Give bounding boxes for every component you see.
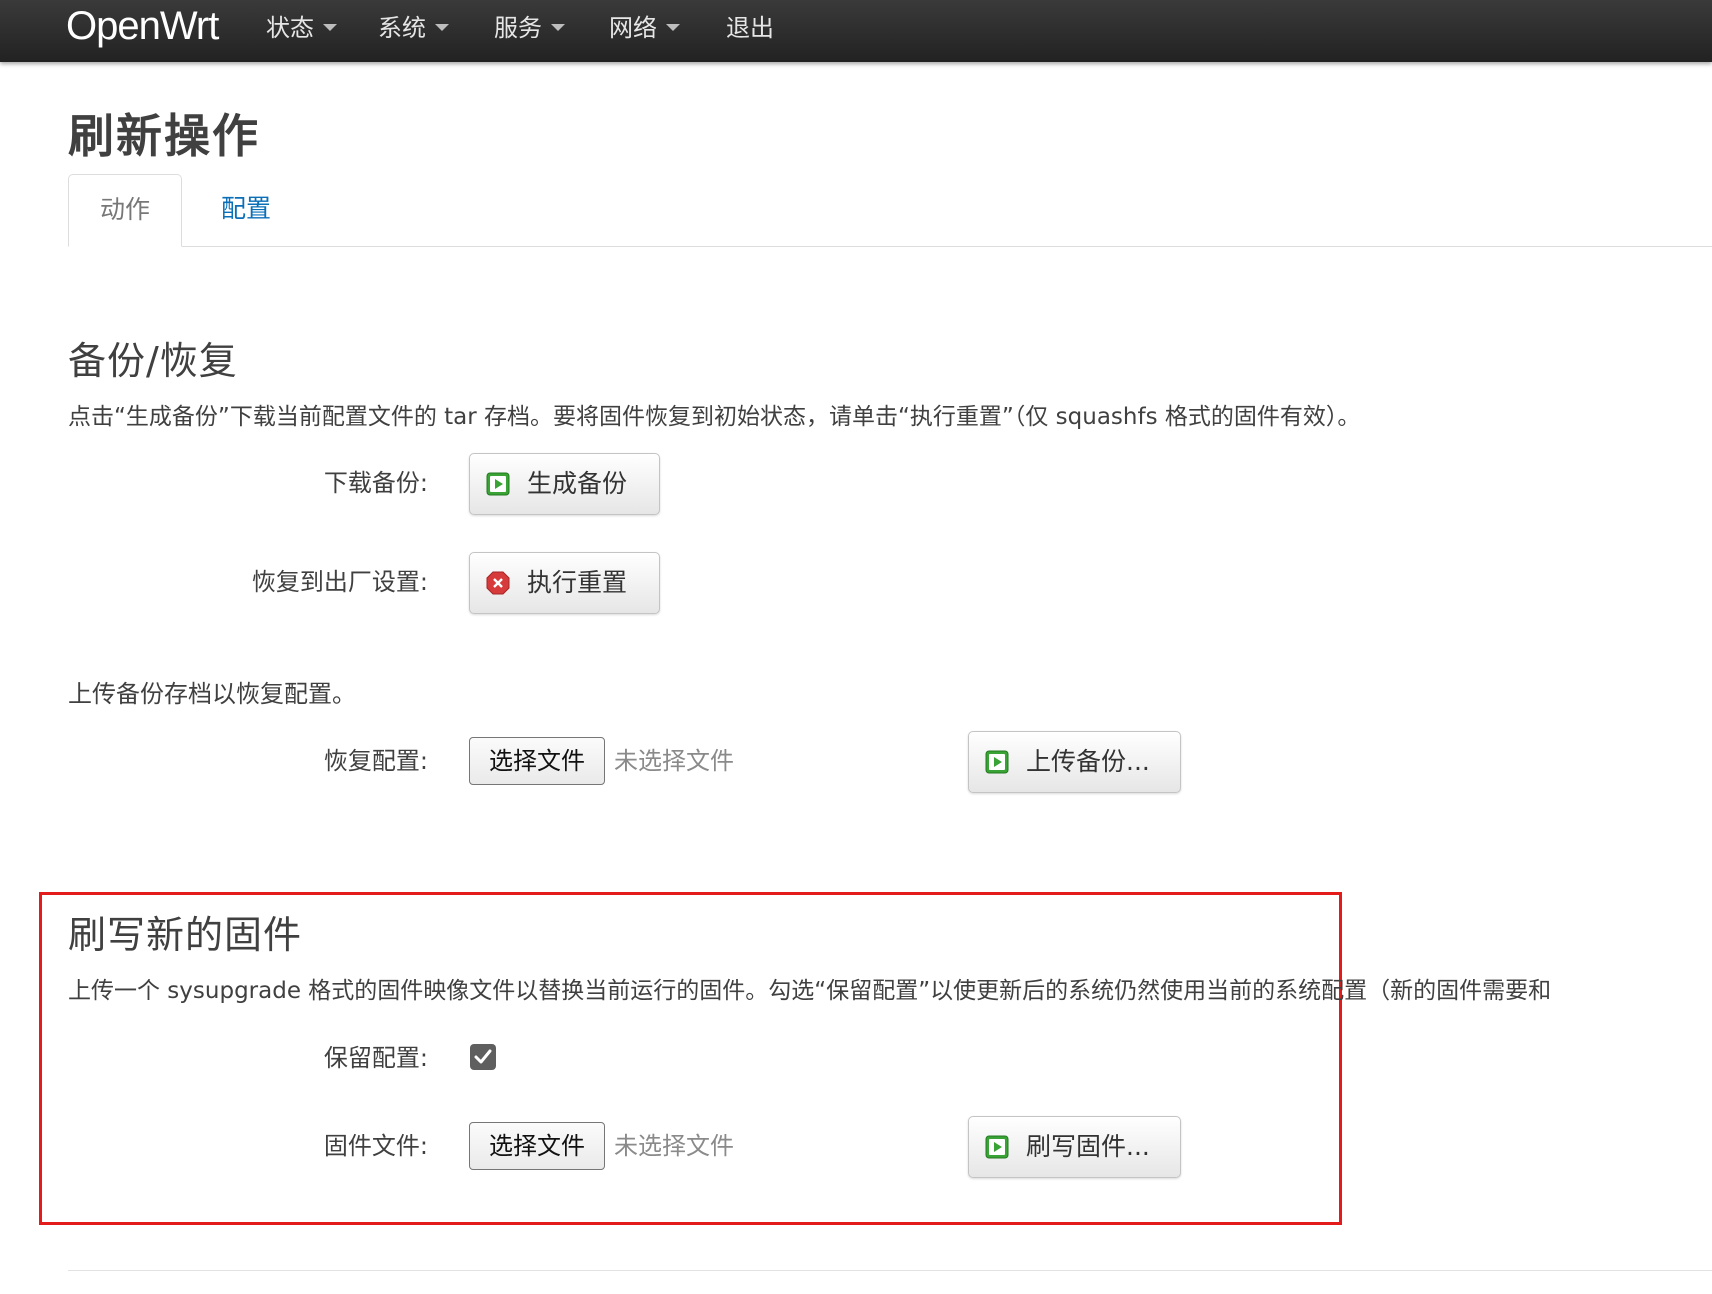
restore-choose-file-button[interactable]: 选择文件 [469, 737, 605, 785]
upload-backup-button[interactable]: 上传备份... [968, 731, 1181, 793]
firmware-section-title: 刷写新的固件 [68, 913, 303, 957]
keep-config-checkbox[interactable] [470, 1044, 496, 1070]
backup-section-title: 备份/恢复 [68, 339, 238, 383]
nav-menu-services-label: 服务 [494, 14, 542, 42]
tab-configuration[interactable]: 配置 [198, 174, 294, 246]
nav-menu-system[interactable]: 系统 [378, 8, 449, 48]
caret-down-icon [666, 23, 680, 31]
flash-firmware-label: 刷写固件... [1026, 1132, 1150, 1161]
caret-down-icon [435, 23, 449, 31]
firmware-description: 上传一个 sysupgrade 格式的固件映像文件以替换当前运行的固件。勾选“保… [68, 978, 1552, 1004]
nav-menu-system-label: 系统 [378, 14, 426, 42]
upload-backup-hint: 上传备份存档以恢复配置。 [68, 680, 356, 708]
tab-actions[interactable]: 动作 [68, 174, 182, 247]
close-red-icon [486, 571, 510, 595]
play-green-icon [486, 472, 510, 496]
firmware-file-label: 固件文件: [323, 1132, 428, 1160]
top-navbar: OpenWrt 状态 系统 服务 网络 退出 [0, 0, 1712, 62]
play-green-icon [985, 1135, 1009, 1159]
caret-down-icon [323, 23, 337, 31]
nav-menu-logout[interactable]: 退出 [726, 8, 774, 48]
backup-description: 点击“生成备份”下载当前配置文件的 tar 存档。要将固件恢复到初始状态，请单击… [68, 404, 1361, 430]
bottom-divider [68, 1270, 1712, 1271]
factory-reset-label: 恢复到出厂设置: [251, 568, 428, 596]
perform-reset-button[interactable]: 执行重置 [469, 552, 660, 614]
restore-config-label: 恢复配置: [323, 747, 428, 775]
nav-menu-logout-label: 退出 [726, 14, 774, 42]
upload-backup-label: 上传备份... [1026, 747, 1150, 776]
nav-menu-status[interactable]: 状态 [266, 8, 337, 48]
play-green-icon [985, 750, 1009, 774]
nav-menu-network[interactable]: 网络 [609, 8, 680, 48]
nav-menu-services[interactable]: 服务 [494, 8, 565, 48]
firmware-no-file-text: 未选择文件 [614, 1132, 734, 1160]
nav-menu-network-label: 网络 [609, 14, 657, 42]
brand-logo[interactable]: OpenWrt [66, 2, 219, 50]
generate-backup-label: 生成备份 [527, 469, 628, 498]
tab-divider [68, 246, 1712, 247]
page-title: 刷新操作 [68, 109, 260, 163]
perform-reset-label: 执行重置 [527, 568, 628, 597]
download-backup-label: 下载备份: [323, 469, 428, 497]
generate-backup-button[interactable]: 生成备份 [469, 453, 660, 515]
nav-menu-status-label: 状态 [266, 14, 314, 42]
firmware-choose-file-button[interactable]: 选择文件 [469, 1122, 605, 1170]
keep-config-label: 保留配置: [323, 1044, 428, 1072]
checkmark-icon [474, 1049, 492, 1064]
caret-down-icon [551, 23, 565, 31]
flash-firmware-button[interactable]: 刷写固件... [968, 1116, 1181, 1178]
restore-no-file-text: 未选择文件 [614, 747, 734, 775]
